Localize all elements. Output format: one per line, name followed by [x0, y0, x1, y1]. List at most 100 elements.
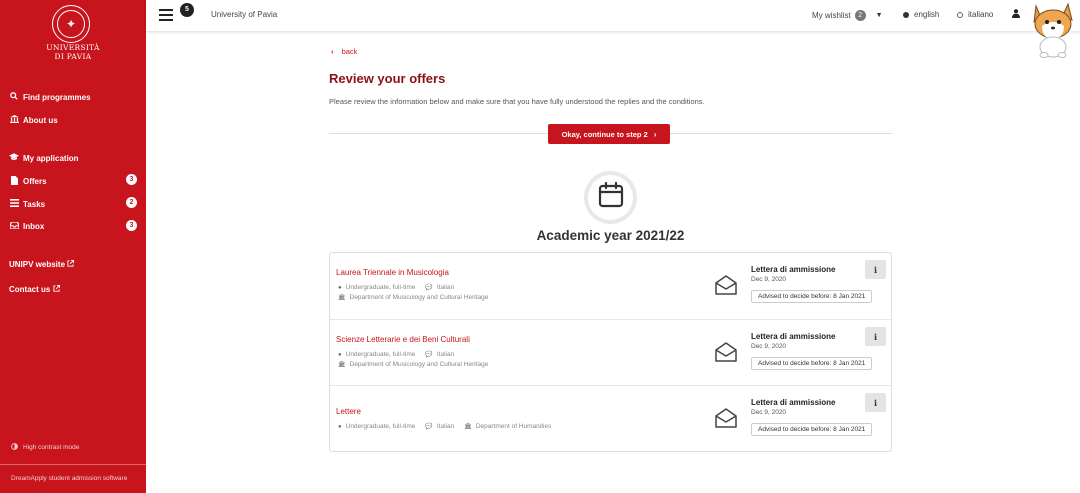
programme-meta: ● Undergraduate, full-time 💬 Italian 🏛 D…: [338, 423, 551, 430]
wishlist-count-badge: 2: [854, 10, 866, 21]
language-option-italiano[interactable]: italiano: [957, 10, 993, 19]
sidebar-item-inbox[interactable]: Inbox 3: [8, 220, 139, 231]
sidebar-item-label: My application: [23, 153, 79, 163]
sidebar-footer-text[interactable]: DreamApply student admission software: [11, 475, 127, 482]
language-option-english[interactable]: english: [903, 10, 939, 19]
info-button[interactable]: i: [865, 393, 886, 412]
letter-date: Dec 9, 2020: [751, 276, 787, 283]
sidebar: ✦ UNIVERSITÀ DI PAVIA Find programmes Ab…: [0, 0, 146, 493]
back-label: back: [341, 47, 358, 56]
decide-before-tag: Advised to decide before: 8 Jan 2021: [751, 357, 873, 370]
caret-down-icon: ▼: [875, 12, 883, 19]
language-label: italiano: [968, 10, 994, 19]
contrast-icon: [11, 443, 18, 452]
hamburger-menu-icon[interactable]: [159, 9, 173, 21]
offers-list: Laurea Triennale in Musicologia ● Underg…: [329, 252, 892, 452]
sidebar-item-label: Offers: [23, 177, 47, 186]
sidebar-item-offers[interactable]: Offers 3: [9, 174, 139, 187]
university-icon: 🏛: [464, 424, 472, 430]
continue-step-2-button[interactable]: Okay, continue to step 2 ›: [548, 124, 670, 144]
university-seal-icon: ✦: [57, 10, 85, 38]
radio-selected-icon: [903, 11, 909, 18]
circle-icon: ●: [338, 423, 342, 430]
programme-link[interactable]: Laurea Triennale in Musicologia: [336, 268, 449, 277]
circle-icon: ●: [338, 284, 342, 291]
programme-link[interactable]: Scienze Letterarie e dei Beni Culturali: [336, 335, 470, 344]
decide-before-tag: Advised to decide before: 8 Jan 2021: [751, 423, 873, 436]
university-icon: 🏛: [338, 362, 346, 368]
university-name: University of Pavia: [211, 10, 278, 19]
letter-date: Dec 9, 2020: [751, 409, 787, 416]
unipv-website-link[interactable]: UNIPV website: [9, 260, 75, 269]
document-icon: [9, 176, 19, 187]
back-link[interactable]: ‹ back: [331, 47, 357, 56]
department-meta: 🏛 Department of Musicology and Cultural …: [338, 294, 488, 301]
sidebar-item-find-programmes[interactable]: Find programmes: [9, 92, 139, 102]
speech-bubble-icon: 💬: [425, 424, 433, 430]
speech-bubble-icon: 💬: [425, 285, 433, 291]
chevron-left-icon: ‹: [331, 47, 334, 56]
topbar: 5 University of Pavia My wishlist 2 ▼ en…: [146, 0, 1080, 58]
letter-title: Lettera di ammissione: [751, 332, 836, 341]
info-button[interactable]: i: [865, 260, 886, 279]
radio-unselected-icon: [957, 11, 963, 18]
logo-text-line-2: DI PAVIA: [54, 52, 92, 61]
sidebar-item-tasks[interactable]: Tasks 2: [9, 197, 139, 209]
external-link-icon: [67, 260, 75, 269]
department-name: Department of Humanities: [475, 423, 552, 430]
offer-item: Lettere ● Undergraduate, full-time 💬 Ita…: [330, 385, 891, 451]
calendar-icon: [598, 181, 624, 213]
calendar-badge: [584, 171, 637, 224]
department-name: Department of Musicology and Cultural He…: [349, 361, 489, 368]
decide-before-tag: Advised to decide before: 8 Jan 2021: [751, 290, 873, 303]
high-contrast-label: High contrast mode: [23, 444, 80, 451]
sidebar-item-about-us[interactable]: About us: [9, 115, 139, 125]
circle-icon: ●: [338, 351, 342, 358]
study-language: Italian: [436, 423, 455, 430]
wishlist-dropdown[interactable]: My wishlist 2 ▼: [812, 10, 883, 21]
contact-us-label: Contact us: [9, 285, 51, 294]
menu-notification-badge: 5: [180, 3, 194, 17]
high-contrast-toggle[interactable]: High contrast mode: [11, 443, 79, 452]
corgi-mascot-icon: [1028, 0, 1080, 58]
sidebar-item-label: About us: [23, 115, 58, 125]
logo-text: UNIVERSITÀ DI PAVIA: [0, 43, 146, 61]
wishlist-label: My wishlist: [812, 11, 851, 20]
info-button[interactable]: i: [865, 327, 886, 346]
offer-item: Laurea Triennale in Musicologia ● Underg…: [330, 253, 891, 319]
inbox-count-badge: 3: [126, 220, 137, 231]
envelope-open-icon: [714, 406, 738, 430]
letter-title: Lettera di ammissione: [751, 265, 836, 274]
page-description: Please review the information below and …: [329, 97, 705, 106]
chevron-right-icon: ›: [653, 129, 657, 139]
sidebar-item-label: Tasks: [23, 199, 46, 209]
sidebar-item-my-application[interactable]: My application: [9, 153, 139, 163]
programme-link[interactable]: Lettere: [336, 407, 361, 416]
contact-us-link[interactable]: Contact us: [9, 285, 60, 294]
study-level: Undergraduate, full-time: [345, 423, 416, 430]
offer-item: Scienze Letterarie e dei Beni Culturali …: [330, 319, 891, 385]
university-icon: 🏛: [338, 295, 346, 301]
logo-text-line-1: UNIVERSITÀ: [46, 43, 100, 52]
inbox-icon: [8, 221, 20, 231]
external-link-icon: [53, 285, 60, 294]
university-icon: [9, 115, 19, 125]
continue-button-label: Okay, continue to step 2: [561, 129, 648, 139]
envelope-open-icon: [714, 340, 738, 364]
page-title: Review your offers: [329, 71, 446, 86]
study-level: Undergraduate, full-time: [345, 284, 416, 291]
study-language: Italian: [436, 284, 455, 291]
study-level: Undergraduate, full-time: [345, 351, 416, 358]
language-label: english: [914, 10, 940, 19]
user-icon[interactable]: [1012, 9, 1020, 20]
graduation-cap-icon: [9, 153, 19, 163]
department-meta: 🏛 Department of Musicology and Cultural …: [338, 361, 488, 368]
academic-year-title: Academic year 2021/22: [536, 228, 685, 243]
programme-meta: ● Undergraduate, full-time 💬 Italian: [338, 351, 454, 358]
offers-count-badge: 3: [126, 174, 137, 185]
department-name: Department of Musicology and Cultural He…: [349, 294, 489, 301]
programme-meta: ● Undergraduate, full-time 💬 Italian: [338, 284, 454, 291]
list-icon: [9, 199, 19, 209]
study-language: Italian: [436, 351, 455, 358]
university-logo[interactable]: ✦: [52, 5, 90, 43]
